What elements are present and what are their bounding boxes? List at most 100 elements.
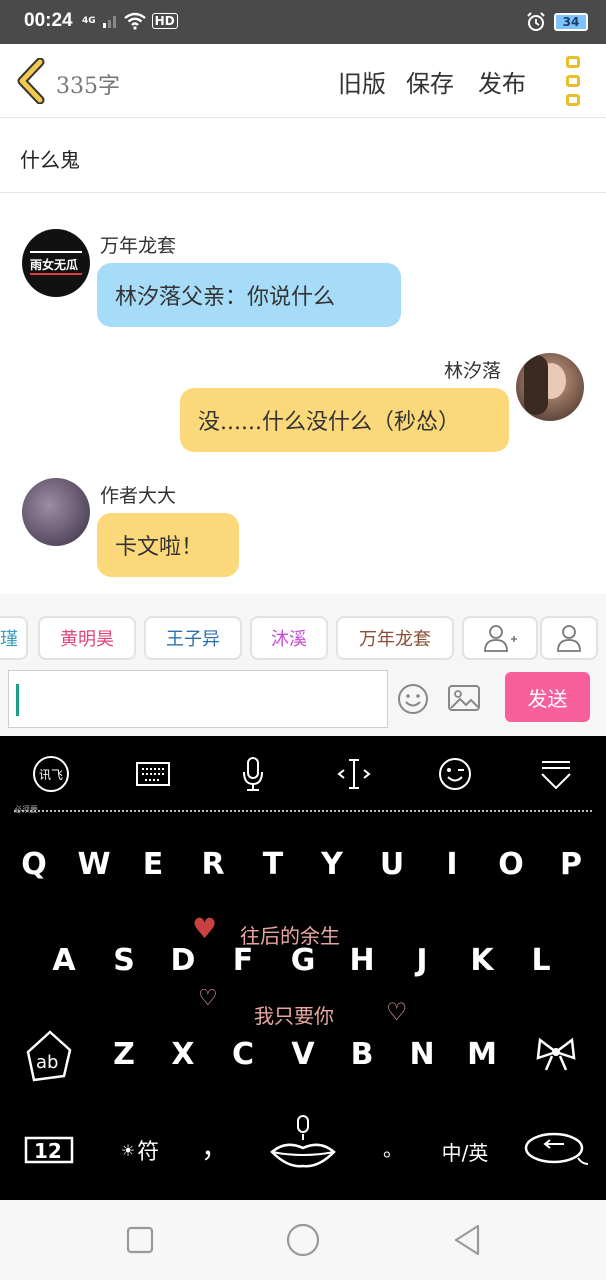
circle-icon	[286, 1223, 320, 1257]
status-icons-right: 34	[526, 12, 588, 32]
add-character-button[interactable]	[462, 616, 538, 660]
home-button[interactable]	[283, 1220, 323, 1260]
character-chip[interactable]: 黄明昊	[38, 616, 136, 660]
key-p[interactable]: P	[549, 834, 593, 894]
key-h[interactable]: H	[340, 930, 384, 990]
hd-badge: HD	[151, 13, 178, 29]
character-chip[interactable]: 沐溪	[250, 616, 328, 660]
character-manage-button[interactable]	[540, 616, 598, 660]
battery-indicator: 34	[554, 13, 588, 31]
image-icon	[448, 685, 480, 711]
story-title: 什么鬼	[20, 148, 80, 172]
save-button[interactable]: 保存	[406, 64, 454, 99]
back-button[interactable]	[14, 57, 48, 105]
menu-dot-icon	[566, 56, 580, 68]
status-time: 00:24	[24, 10, 73, 31]
message-bubble[interactable]: 没......什么没什么（秒怂）	[180, 388, 509, 452]
character-chip-label: 瑾	[0, 629, 18, 650]
story-title-row[interactable]: 什么鬼	[0, 118, 606, 193]
key-z[interactable]: Z	[102, 1024, 146, 1084]
sun-icon: ☀	[120, 1140, 136, 1160]
comma-key[interactable]: ，	[200, 1128, 230, 1164]
more-menu-button[interactable]	[562, 56, 584, 106]
emoji-keyboard-button[interactable]	[433, 752, 477, 796]
key-n[interactable]: N	[400, 1024, 444, 1084]
key-j[interactable]: J	[400, 930, 444, 990]
return-icon	[524, 1132, 589, 1165]
keyboard-divider	[14, 810, 592, 812]
shift-ab-icon: ab	[26, 1030, 72, 1082]
key-s[interactable]: S	[102, 930, 146, 990]
period-key[interactable]: 。	[378, 1132, 408, 1162]
avatar[interactable]	[22, 478, 90, 546]
key-t[interactable]: T	[251, 834, 295, 894]
character-chip-label: 万年龙套	[359, 629, 431, 650]
key-k[interactable]: K	[460, 930, 504, 990]
character-chip[interactable]: 王子异	[144, 616, 242, 660]
enter-key[interactable]	[522, 1128, 590, 1170]
key-d[interactable]: D	[161, 930, 205, 990]
keyboard-switch-button[interactable]	[131, 752, 175, 796]
shift-key[interactable]: ab	[20, 1024, 76, 1086]
key-a[interactable]: A	[42, 930, 86, 990]
system-navigation-bar	[0, 1200, 606, 1280]
language-switch-key[interactable]: 中/英	[432, 1134, 498, 1168]
heart-outline-icon: ♡	[386, 998, 408, 1026]
message-bubble[interactable]: 卡文啦！	[97, 513, 239, 577]
voice-input-button[interactable]	[231, 752, 275, 796]
character-chip[interactable]: 万年龙套	[336, 616, 454, 660]
avatar-decor-line	[30, 273, 82, 275]
publish-button[interactable]: 发布	[478, 64, 526, 99]
key-f[interactable]: F	[221, 930, 265, 990]
sender-name: 万年龙套	[100, 235, 177, 257]
add-user-icon	[484, 625, 517, 652]
send-button[interactable]: 发送	[505, 672, 590, 722]
ime-keyboard: 讯飞 必须要 Q W E R T Y U I O P ♥ 往后的余生 我只要你 …	[0, 736, 606, 1200]
space-key[interactable]	[266, 1112, 340, 1178]
cursor-move-button[interactable]	[332, 752, 376, 796]
key-i[interactable]: I	[430, 834, 474, 894]
chevron-left-icon	[17, 57, 45, 105]
key-x[interactable]: X	[161, 1024, 205, 1084]
character-chip-label: 沐溪	[271, 629, 307, 650]
key-q[interactable]: Q	[12, 834, 56, 894]
recent-apps-button[interactable]	[120, 1220, 160, 1260]
user-icon	[557, 625, 581, 652]
avatar[interactable]: 雨女无瓜	[22, 229, 90, 297]
character-chip[interactable]: 瑾	[0, 616, 28, 660]
message-input[interactable]	[8, 670, 388, 728]
emoji-button[interactable]	[396, 682, 430, 716]
editor-toolbar: 335字 旧版 保存 发布	[0, 44, 606, 118]
microphone-icon	[243, 757, 263, 791]
delete-key[interactable]	[532, 1032, 580, 1076]
menu-dot-icon	[566, 94, 580, 106]
key-w[interactable]: W	[72, 834, 116, 894]
key-b[interactable]: B	[340, 1024, 384, 1084]
key-r[interactable]: R	[191, 834, 235, 894]
message-bubble[interactable]: 林汐落父亲：你说什么	[97, 263, 401, 327]
key-e[interactable]: E	[131, 834, 175, 894]
key-c[interactable]: C	[221, 1024, 265, 1084]
wink-icon	[439, 758, 471, 790]
key-o[interactable]: O	[489, 834, 533, 894]
keyboard-icon	[136, 762, 170, 786]
key-m[interactable]: M	[460, 1024, 504, 1084]
status-bar: 00:24 4G HD 34	[0, 0, 606, 44]
old-version-button[interactable]: 旧版	[338, 64, 386, 99]
key-u[interactable]: U	[370, 834, 414, 894]
key-l[interactable]: L	[519, 930, 563, 990]
number-key[interactable]: 12	[20, 1126, 78, 1170]
key-y[interactable]: Y	[310, 834, 354, 894]
key-v[interactable]: V	[281, 1024, 325, 1084]
sender-name: 作者大大	[100, 485, 177, 507]
svg-text:12: 12	[34, 1139, 62, 1163]
avatar[interactable]	[516, 353, 584, 421]
image-button[interactable]	[446, 682, 482, 714]
hide-keyboard-button[interactable]	[534, 752, 578, 796]
back-nav-button[interactable]	[448, 1220, 488, 1260]
ifly-button[interactable]: 讯飞	[29, 752, 73, 796]
bow-delete-icon	[536, 1037, 576, 1071]
sender-name: 林汐落	[444, 360, 502, 382]
key-g[interactable]: G	[281, 930, 325, 990]
symbol-key[interactable]: ☀ 符	[108, 1132, 172, 1168]
